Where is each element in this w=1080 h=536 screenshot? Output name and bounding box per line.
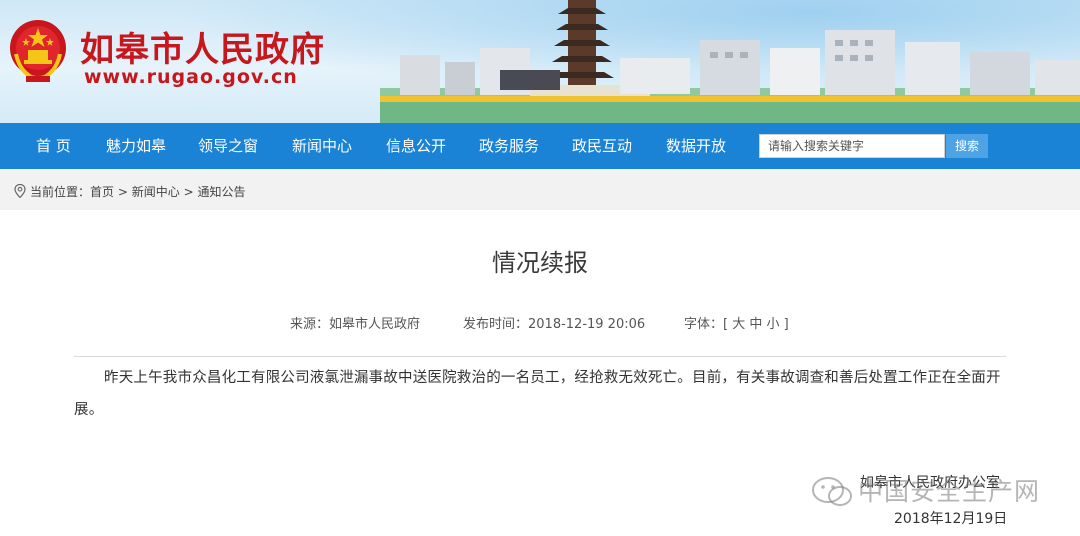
search-button[interactable]: 搜索 (946, 134, 988, 158)
article-title: 情况续报 (492, 249, 588, 277)
site-header: 如皋市人民政府 www.rugao.gov.cn (0, 0, 1080, 123)
site-title[interactable]: 如皋市人民政府 (80, 22, 325, 71)
article-publish-time: 发布时间：2018-12-19 20:06 (463, 317, 646, 332)
nav-item-news[interactable]: 新闻中心 (292, 123, 352, 169)
nav-item-public-interaction[interactable]: 政民互动 (572, 123, 632, 169)
article-date: 2018年12月19日 (894, 511, 1008, 527)
cityscape-banner (380, 0, 1080, 123)
nav-item-leaders[interactable]: 领导之窗 (198, 123, 258, 169)
site-url[interactable]: www.rugao.gov.cn (84, 66, 298, 88)
breadcrumb-separator: > (183, 185, 194, 199)
national-emblem-icon (10, 20, 66, 83)
article-body: 昨天上午我市众昌化工有限公司液氯泄漏事故中送医院救治的一名员工，经抢救无效死亡。… (74, 370, 1001, 418)
breadcrumb-item-news[interactable]: 新闻中心 (132, 185, 180, 199)
nav-item-government-services[interactable]: 政务服务 (479, 123, 539, 169)
nav-item-open-data[interactable]: 数据开放 (666, 123, 726, 169)
location-pin-icon (14, 184, 26, 198)
breadcrumb-separator: > (117, 185, 128, 199)
breadcrumb-item-notices[interactable]: 通知公告 (197, 185, 245, 199)
nav-item-charm-rugao[interactable]: 魅力如皋 (106, 123, 166, 169)
article-source: 来源：如皋市人民政府 (290, 317, 421, 332)
breadcrumb-prefix: 当前位置： (30, 185, 91, 199)
watermark-text: 中国安全生产网 (858, 477, 1041, 506)
breadcrumb: 当前位置：首页 > 新闻中心 > 通知公告 (14, 183, 246, 200)
divider (74, 356, 1006, 357)
nav-item-home[interactable]: 首 页 (36, 123, 71, 169)
nav-item-info-disclosure[interactable]: 信息公开 (386, 123, 446, 169)
breadcrumb-item-home[interactable]: 首页 (90, 185, 114, 199)
search-input[interactable]: 请输入搜索关键字 (759, 134, 945, 158)
font-size-switcher[interactable]: 字体：[ 大 中 小 ] (684, 313, 789, 332)
